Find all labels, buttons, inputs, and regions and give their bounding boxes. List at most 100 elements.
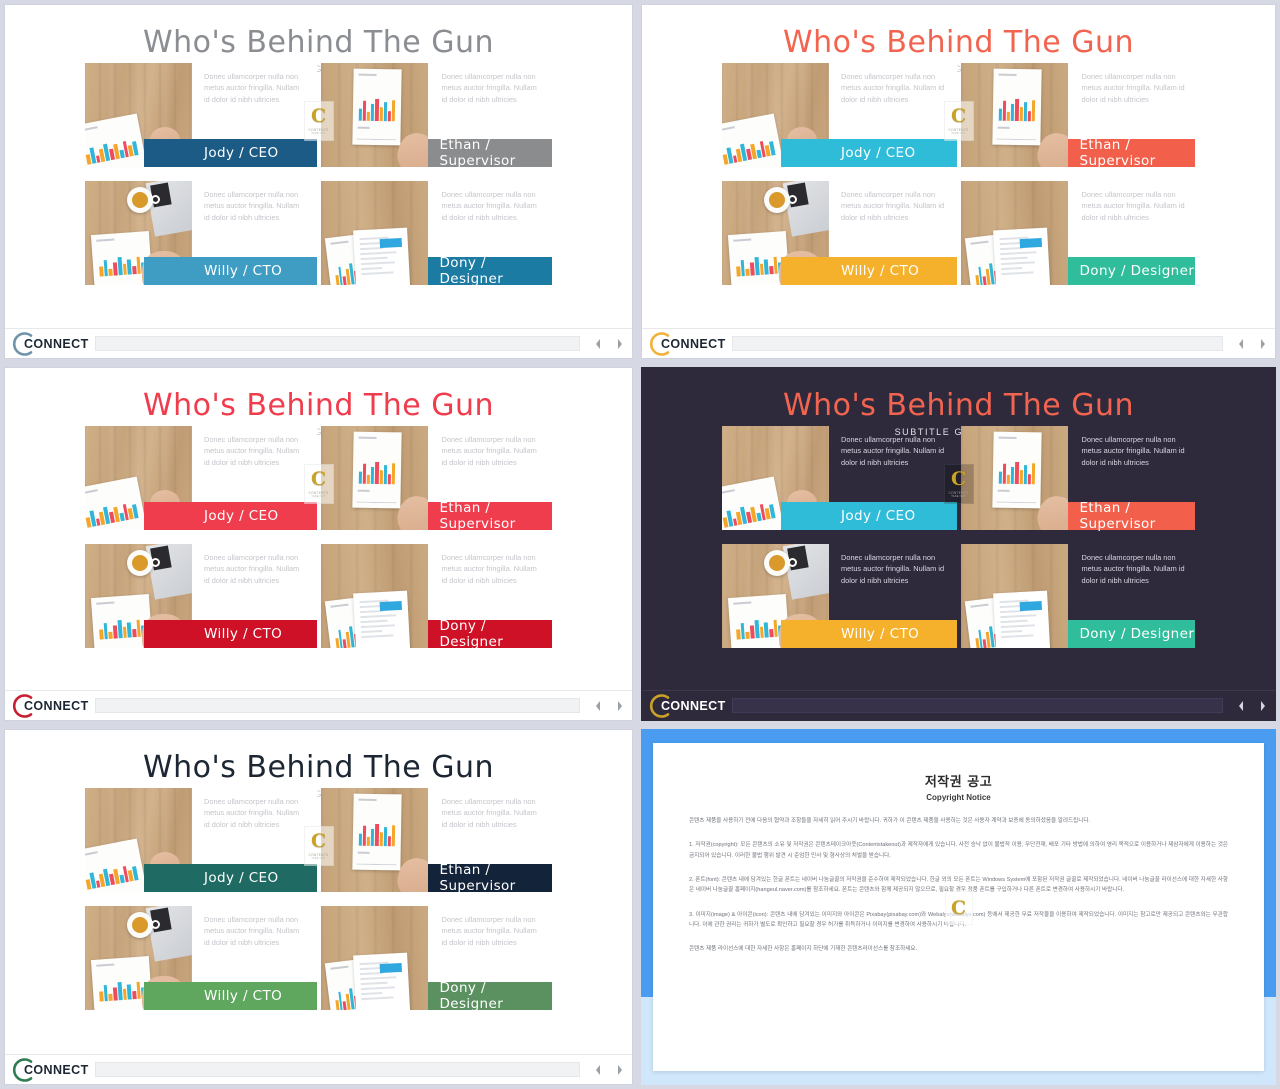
team-member-description: Donec ullamcorper nulla non metus auctor… xyxy=(829,181,957,257)
team-member-photo xyxy=(320,544,428,648)
slide-cell-2[interactable]: Who's Behind The Gun SUBTITLE GOES HERE … xyxy=(637,0,1280,363)
team-member-card: Donec ullamcorper nulla non metus auctor… xyxy=(722,426,957,530)
center-watermark: C CONTENTS TAKE OUT xyxy=(943,464,974,504)
center-watermark: C CONTENTS TAKE OUT xyxy=(303,464,334,504)
team-member-info: Donec ullamcorper nulla non metus auctor… xyxy=(781,544,957,648)
progress-bar[interactable] xyxy=(731,698,1223,713)
next-button[interactable] xyxy=(616,338,624,350)
team-member-card: Donec ullamcorper nulla non metus auctor… xyxy=(960,426,1195,532)
prev-button[interactable] xyxy=(594,338,602,350)
brand-logo: CONNECT xyxy=(11,693,89,719)
brand-logo: CONNECT xyxy=(648,693,726,719)
progress-bar[interactable] xyxy=(94,336,580,351)
team-member-info: Donec ullamcorper nulla non metus auctor… xyxy=(1067,544,1195,648)
slide-variant-blue-gray[interactable]: Who's Behind The Gun SUBTITLE GOES HERE … xyxy=(4,4,633,359)
team-member-description: Donec ullamcorper nulla non metus auctor… xyxy=(841,435,945,467)
team-grid: Donec ullamcorper nulla non metus auctor… xyxy=(85,63,552,287)
team-member-info: Donec ullamcorper nulla non metus auctor… xyxy=(1067,426,1195,532)
team-member-card: Donec ullamcorper nulla non metus auctor… xyxy=(85,906,317,1010)
team-member-info: Donec ullamcorper nulla non metus auctor… xyxy=(427,63,552,169)
copyright-card: 저작권 공고 Copyright Notice 콘텐츠 제품을 사용하기 전에 … xyxy=(653,743,1264,1071)
team-member-description: Donec ullamcorper nulla non metus auctor… xyxy=(427,181,552,257)
prev-button[interactable] xyxy=(594,700,602,712)
team-member-card: Donec ullamcorper nulla non metus auctor… xyxy=(85,544,317,648)
team-member-description: Donec ullamcorper nulla non metus auctor… xyxy=(829,63,957,139)
team-member-name: Dony / Designer xyxy=(1067,620,1195,648)
slide-variant-dark[interactable]: Who's Behind The Gun SUBTITLE GOES HERE … xyxy=(641,367,1276,721)
team-member-name: Jody / CEO xyxy=(781,502,957,530)
team-member-name: Dony / Designer xyxy=(427,618,552,650)
page-title: Who's Behind The Gun xyxy=(142,750,495,785)
team-member-card: Donec ullamcorper nulla non metus auctor… xyxy=(960,181,1195,285)
team-grid: Donec ullamcorper nulla non metus auctor… xyxy=(85,426,552,650)
team-grid: Donec ullamcorper nulla non metus auctor… xyxy=(722,426,1195,648)
team-member-info: Donec ullamcorper nulla non metus auctor… xyxy=(427,544,552,650)
team-member-info: Donec ullamcorper nulla non metus auctor… xyxy=(427,788,552,894)
next-button[interactable] xyxy=(616,700,624,712)
slide-footer: CONNECT xyxy=(5,328,632,358)
team-member-description: Donec ullamcorper nulla non metus auctor… xyxy=(1081,553,1185,585)
slide-cell-6-copyright[interactable]: 저작권 공고 Copyright Notice 콘텐츠 제품을 사용하기 전에 … xyxy=(637,725,1280,1089)
team-member-photo xyxy=(320,63,428,167)
watermark-letter: C xyxy=(310,105,327,127)
next-button[interactable] xyxy=(1259,338,1267,350)
next-button[interactable] xyxy=(1259,700,1267,712)
copyright-watermark: C xyxy=(944,891,973,925)
copyright-closing: 콘텐츠 제품 라이선스에 대한 자세한 사항은 홈페이지 하단에 기재한 콘텐츠… xyxy=(689,946,918,953)
slide-variant-green[interactable]: Who's Behind The Gun SUBTITLE GOES HERE … xyxy=(4,729,633,1085)
team-member-photo xyxy=(320,426,428,530)
team-member-description: Donec ullamcorper nulla non metus auctor… xyxy=(1081,435,1185,467)
progress-bar[interactable] xyxy=(94,698,580,713)
next-button[interactable] xyxy=(616,1064,624,1076)
team-member-description: Donec ullamcorper nulla non metus auctor… xyxy=(1067,63,1195,139)
prev-button[interactable] xyxy=(1237,700,1245,712)
brand-logo: CONNECT xyxy=(11,1057,89,1083)
slide-cell-5[interactable]: Who's Behind The Gun SUBTITLE GOES HERE … xyxy=(0,725,637,1089)
team-member-description: Donec ullamcorper nulla non metus auctor… xyxy=(427,63,552,139)
prev-button[interactable] xyxy=(594,1064,602,1076)
progress-bar[interactable] xyxy=(94,1062,580,1077)
team-member-card: Donec ullamcorper nulla non metus auctor… xyxy=(320,181,552,287)
slide-footer: CONNECT xyxy=(5,690,632,720)
team-member-name: Dony / Designer xyxy=(427,255,552,287)
team-member-name: Ethan / Supervisor xyxy=(1067,500,1195,532)
team-member-name: Ethan / Supervisor xyxy=(1067,137,1195,169)
slide-variant-red[interactable]: Who's Behind The Gun SUBTITLE GOES HERE … xyxy=(4,367,633,721)
nav-controls xyxy=(586,1064,624,1076)
team-member-description: Donec ullamcorper nulla non metus auctor… xyxy=(427,788,552,864)
team-member-info: Donec ullamcorper nulla non metus auctor… xyxy=(1067,181,1195,285)
team-grid: Donec ullamcorper nulla non metus auctor… xyxy=(722,63,1195,285)
watermark-letter: C xyxy=(950,896,967,919)
progress-bar[interactable] xyxy=(731,336,1223,351)
slide-footer: CONNECT xyxy=(5,1054,632,1084)
brand-label: CONNECT xyxy=(661,698,726,713)
team-member-card: Donec ullamcorper nulla non metus auctor… xyxy=(960,544,1195,648)
team-member-info: Donec ullamcorper nulla non metus auctor… xyxy=(781,181,957,285)
team-member-info: Donec ullamcorper nulla non metus auctor… xyxy=(144,788,317,892)
team-member-card: Donec ullamcorper nulla non metus auctor… xyxy=(85,63,317,167)
team-member-card: Donec ullamcorper nulla non metus auctor… xyxy=(85,788,317,892)
slide-cell-4[interactable]: Who's Behind The Gun SUBTITLE GOES HERE … xyxy=(637,363,1280,725)
watermark-line2: TAKE OUT xyxy=(311,495,326,498)
team-member-info: Donec ullamcorper nulla non metus auctor… xyxy=(144,63,317,167)
prev-button[interactable] xyxy=(1237,338,1245,350)
nav-controls xyxy=(1229,700,1267,712)
team-member-info: Donec ullamcorper nulla non metus auctor… xyxy=(427,181,552,287)
watermark-line2: TAKE OUT xyxy=(951,495,966,498)
team-member-description: Donec ullamcorper nulla non metus auctor… xyxy=(192,544,317,620)
watermark-letter: C xyxy=(950,105,967,127)
team-member-name: Dony / Designer xyxy=(1067,257,1195,285)
slide-cell-1[interactable]: Who's Behind The Gun SUBTITLE GOES HERE … xyxy=(0,0,637,363)
team-member-description: Donec ullamcorper nulla non metus auctor… xyxy=(192,63,317,139)
team-member-name: Dony / Designer xyxy=(427,980,552,1012)
page-title: Who's Behind The Gun xyxy=(142,388,495,423)
slide-cell-3[interactable]: Who's Behind The Gun SUBTITLE GOES HERE … xyxy=(0,363,637,725)
slide-variant-coral-multi[interactable]: Who's Behind The Gun SUBTITLE GOES HERE … xyxy=(641,4,1276,359)
team-member-card: Donec ullamcorper nulla non metus auctor… xyxy=(320,63,552,169)
team-member-name: Jody / CEO xyxy=(781,139,957,167)
slide-body: Who's Behind The Gun SUBTITLE GOES HERE … xyxy=(642,5,1275,328)
team-member-info: Donec ullamcorper nulla non metus auctor… xyxy=(427,906,552,1012)
slide-body: Who's Behind The Gun SUBTITLE GOES HERE … xyxy=(642,368,1275,690)
brand-logo: CONNECT xyxy=(648,331,726,357)
center-watermark: C CONTENTS TAKE OUT xyxy=(303,826,334,866)
